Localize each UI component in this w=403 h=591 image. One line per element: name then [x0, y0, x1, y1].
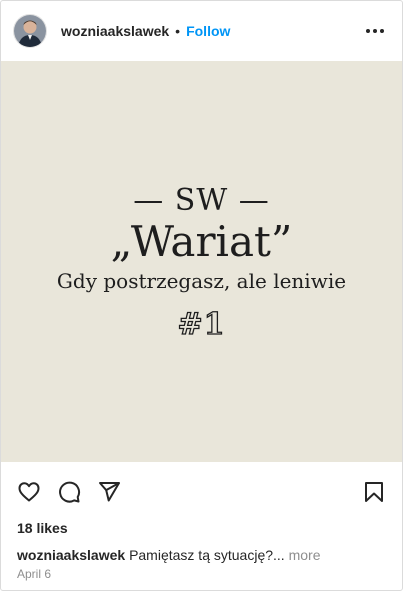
caption-text: Pamiętasz tą sytuację?... — [129, 547, 285, 563]
more-options-icon[interactable] — [360, 23, 390, 39]
bookmark-icon[interactable] — [362, 480, 386, 504]
caption-more-link[interactable]: more — [289, 547, 321, 563]
caption-username[interactable]: wozniaakslawek — [17, 547, 125, 563]
separator-dot: • — [175, 23, 181, 39]
post-header: wozniaakslawek • Follow — [1, 1, 402, 61]
post-card: wozniaakslawek • Follow — SW — „Wariat” … — [0, 0, 403, 591]
share-icon[interactable] — [97, 480, 121, 504]
post-date[interactable]: April 6 — [17, 567, 51, 581]
follow-button[interactable]: Follow — [186, 23, 230, 39]
action-bar — [1, 472, 402, 512]
avatar[interactable] — [13, 14, 47, 48]
comment-icon[interactable] — [57, 480, 81, 504]
heart-icon[interactable] — [17, 480, 41, 504]
post-caption: wozniaakslawek Pamiętasz tą sytuację?...… — [17, 546, 390, 564]
username-link[interactable]: wozniaakslawek — [61, 23, 169, 39]
post-image[interactable]: — SW — „Wariat” Gdy postrzegasz, ale len… — [1, 61, 402, 462]
likes-count[interactable]: 18 likes — [17, 520, 68, 536]
image-text-line1: — SW — — [133, 183, 270, 218]
image-text-title: „Wariat” — [110, 217, 293, 266]
image-text-number: #1 — [177, 306, 226, 342]
image-text-subtitle: Gdy postrzegasz, ale leniwie — [56, 269, 347, 293]
